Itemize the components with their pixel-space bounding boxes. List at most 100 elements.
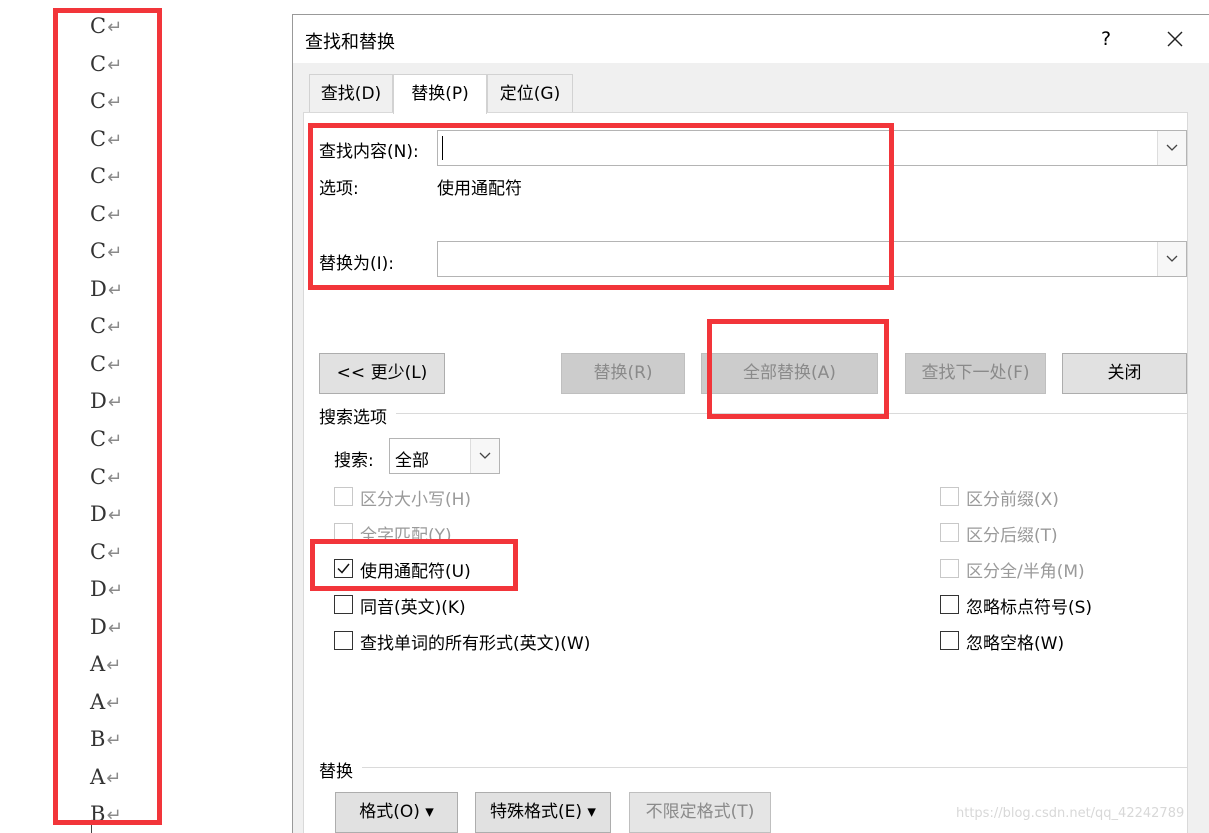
line-text: B	[90, 802, 106, 827]
find-history-dropdown[interactable]	[1157, 131, 1186, 165]
all-word-forms-checkbox[interactable]	[334, 631, 353, 650]
use-wildcards-label: 使用通配符(U)	[360, 562, 471, 582]
replace-all-button[interactable]: 全部替换(A)	[701, 353, 878, 394]
no-formatting-button[interactable]: 不限定格式(T)	[629, 792, 771, 833]
match-suffix-label: 区分后缀(T)	[966, 526, 1058, 546]
tab-find[interactable]: 查找(D)	[309, 74, 393, 112]
chevron-down-icon	[1166, 144, 1178, 151]
line-text: C	[90, 427, 107, 452]
document-line: C↵	[90, 46, 123, 84]
format-button[interactable]: 格式(O) ▾	[335, 792, 458, 833]
paragraph-mark-icon: ↵	[106, 805, 122, 827]
paragraph-mark-icon: ↵	[107, 54, 123, 76]
replace-heading: 替换	[319, 762, 353, 782]
line-text: D	[90, 502, 107, 527]
find-what-combo[interactable]	[437, 130, 1187, 166]
less-button[interactable]: << 更少(L)	[319, 353, 445, 394]
line-text: D	[90, 614, 107, 639]
find-replace-dialog: 查找和替换 ? 查找(D) 替换(P) 定位(G) 查找内容(N): 选项: 使…	[292, 14, 1209, 833]
sounds-like-checkbox[interactable]	[334, 595, 353, 614]
document-line: D↵	[90, 609, 123, 647]
document-lines: C↵ C↵ C↵ C↵ C↵ C↵ C↵ D↵ C↵ C↵ D↵ C↵ C↵ D↵ C↵ D↵ D↵ A↵ A↵ B↵…	[90, 8, 123, 833]
document-line: A↵	[90, 759, 123, 797]
line-text: C	[90, 126, 107, 151]
paragraph-mark-icon: ↵	[107, 505, 123, 527]
document-line: C↵	[90, 308, 123, 346]
document-line: C↵	[90, 421, 123, 459]
whole-word-label: 全字匹配(Y)	[360, 526, 452, 546]
replace-panel: 查找内容(N): 选项: 使用通配符 替换为(I): << 更少(L) 替换(R…	[303, 112, 1188, 833]
line-text: C	[90, 351, 107, 376]
checkmark-icon	[337, 563, 350, 574]
search-direction-label: 搜索:	[334, 451, 374, 471]
sounds-like-label: 同音(英文)(K)	[360, 598, 466, 618]
paragraph-mark-icon: ↵	[107, 129, 123, 151]
document-line: B↵	[90, 796, 123, 833]
document-line: C↵	[90, 233, 123, 271]
document-line: C↵	[90, 534, 123, 572]
paragraph-mark-icon: ↵	[106, 692, 122, 714]
paragraph-mark-icon: ↵	[107, 17, 123, 38]
search-options-heading: 搜索选项	[319, 408, 387, 428]
ignore-whitespace-checkbox[interactable]	[940, 631, 959, 650]
replace-with-label: 替换为(I):	[319, 254, 395, 274]
ignore-punctuation-label: 忽略标点符号(S)	[966, 598, 1093, 618]
find-what-label: 查找内容(N):	[319, 142, 419, 162]
line-text: C	[90, 314, 107, 339]
line-text: C	[90, 14, 107, 38]
chevron-down-icon	[479, 452, 491, 459]
line-text: C	[90, 164, 107, 189]
replace-with-combo[interactable]	[437, 241, 1187, 277]
paragraph-mark-icon: ↵	[106, 655, 122, 677]
document-area[interactable]: C↵ C↵ C↵ C↵ C↵ C↵ C↵ D↵ C↵ C↵ D↵ C↵ C↵ D↵ C↵ D↵ D↵ A↵ A↵ B↵…	[0, 0, 290, 833]
search-direction-dropdown[interactable]	[470, 439, 499, 473]
use-wildcards-checkbox[interactable]	[334, 559, 353, 578]
tab-goto[interactable]: 定位(G)	[487, 74, 573, 112]
paragraph-mark-icon: ↵	[107, 279, 123, 301]
search-direction-value: 全部	[395, 451, 429, 471]
paragraph-mark-icon: ↵	[107, 392, 123, 414]
search-direction-select[interactable]: 全部	[389, 438, 500, 474]
ignore-whitespace-label: 忽略空格(W)	[966, 634, 1065, 654]
special-format-button[interactable]: 特殊格式(E) ▾	[475, 792, 611, 833]
options-value: 使用通配符	[437, 179, 522, 199]
options-label: 选项:	[319, 179, 359, 199]
ignore-punctuation-checkbox[interactable]	[940, 595, 959, 614]
replace-button[interactable]: 替换(R)	[561, 353, 685, 394]
divider	[396, 413, 1187, 414]
paragraph-mark-icon: ↵	[107, 542, 123, 564]
whole-word-checkbox[interactable]	[334, 523, 353, 542]
replace-history-dropdown[interactable]	[1157, 242, 1186, 276]
line-text: D	[90, 577, 107, 602]
line-text: D	[90, 389, 107, 414]
line-text: A	[90, 764, 106, 789]
document-line: C↵	[90, 83, 123, 121]
close-button[interactable]: 关闭	[1062, 353, 1187, 394]
paragraph-mark-icon: ↵	[107, 242, 123, 264]
document-line: D↵	[90, 571, 123, 609]
match-case-label: 区分大小写(H)	[360, 490, 472, 510]
line-text: C	[90, 539, 107, 564]
document-line: C↵	[90, 158, 123, 196]
document-line: C↵	[90, 196, 123, 234]
document-line: B↵	[90, 721, 123, 759]
paragraph-mark-icon: ↵	[107, 204, 123, 226]
paragraph-mark-icon: ↵	[107, 580, 123, 602]
help-button[interactable]: ?	[1088, 23, 1124, 55]
match-suffix-checkbox[interactable]	[940, 523, 959, 542]
close-icon[interactable]	[1155, 23, 1195, 55]
tab-replace[interactable]: 替换(P)	[393, 74, 487, 114]
paragraph-mark-icon: ↵	[106, 730, 122, 752]
document-line: C↵	[90, 8, 123, 46]
chevron-down-icon	[1166, 255, 1178, 262]
text-cursor	[91, 823, 92, 833]
line-text: D	[90, 276, 107, 301]
all-word-forms-label: 查找单词的所有形式(英文)(W)	[360, 634, 591, 654]
match-width-checkbox[interactable]	[940, 559, 959, 578]
find-next-button[interactable]: 查找下一处(F)	[905, 353, 1046, 394]
line-text: C	[90, 201, 107, 226]
match-prefix-checkbox[interactable]	[940, 487, 959, 506]
match-case-checkbox[interactable]	[334, 487, 353, 506]
line-text: C	[90, 89, 107, 114]
dialog-titlebar[interactable]: 查找和替换 ?	[293, 15, 1209, 63]
